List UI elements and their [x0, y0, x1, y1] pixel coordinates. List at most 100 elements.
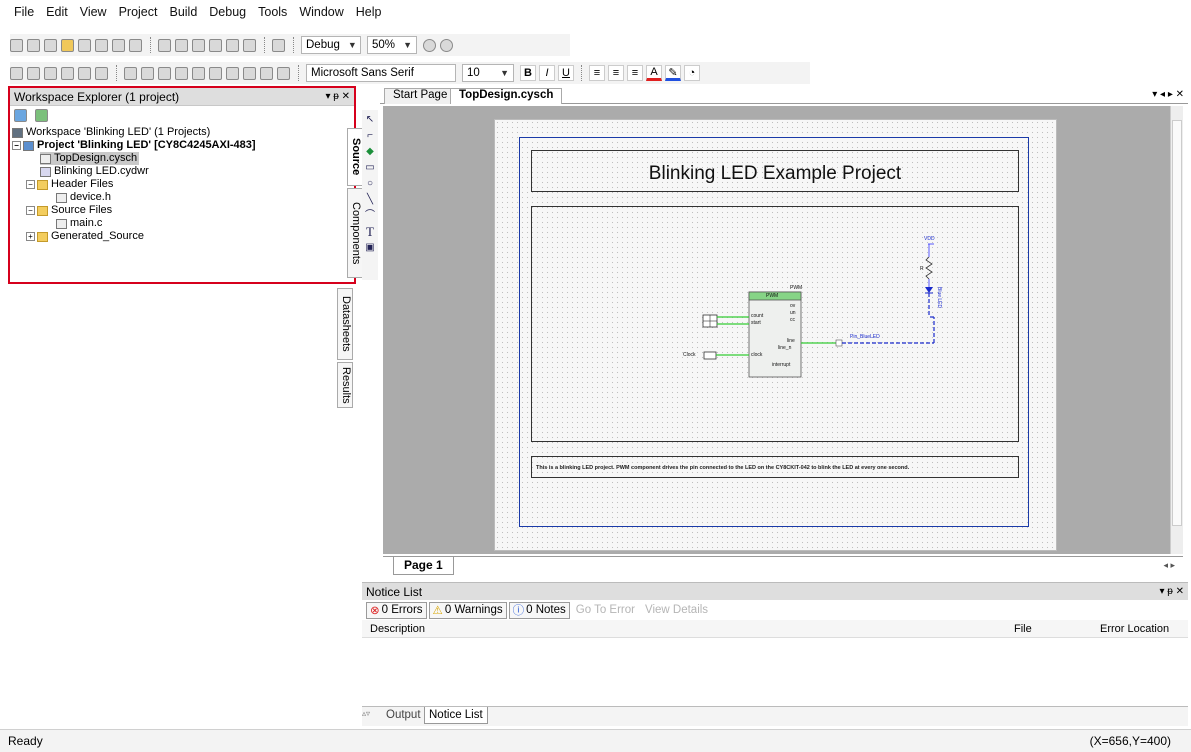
menu-project[interactable]: Project — [119, 5, 158, 19]
collapse-icon[interactable]: − — [26, 206, 35, 215]
tab-components[interactable]: Components — [347, 188, 363, 278]
led-label[interactable]: Blue LED — [936, 287, 942, 308]
rectangle-tool-icon[interactable]: ▭ — [364, 162, 376, 174]
tab-page-1[interactable]: Page 1 — [393, 557, 454, 575]
tab-results[interactable]: Results — [337, 362, 353, 408]
copy-icon[interactable] — [175, 38, 188, 52]
menu-help[interactable]: Help — [356, 5, 382, 19]
arc-tool-icon[interactable]: ⌒ — [364, 210, 376, 222]
menu-debug[interactable]: Debug — [209, 5, 246, 19]
tree-folder-source-files[interactable]: − Source Files — [26, 204, 112, 217]
tab-notice-list[interactable]: Notice List — [424, 707, 488, 724]
vertical-scrollbar[interactable] — [1170, 106, 1183, 554]
distribute-icon[interactable] — [260, 66, 273, 80]
pwm-instance-name[interactable]: PWM — [790, 285, 802, 291]
print-preview-icon[interactable] — [129, 38, 142, 52]
align-right-icon[interactable] — [192, 66, 205, 80]
grid-icon[interactable] — [277, 66, 290, 80]
document-window-controls[interactable]: ▾ ◂ ▸ ✕ — [1152, 89, 1184, 100]
add-item-icon[interactable] — [44, 38, 57, 52]
image-tool-icon[interactable]: ▣ — [364, 242, 376, 254]
text-tool-icon[interactable]: T — [364, 225, 376, 238]
collapse-icon[interactable]: − — [26, 180, 35, 189]
schematic-title[interactable]: Blinking LED Example Project — [532, 163, 1018, 185]
menu-view[interactable]: View — [80, 5, 107, 19]
menu-build[interactable]: Build — [169, 5, 197, 19]
clock-instance-label[interactable]: Clock — [683, 352, 696, 358]
page-nav-arrows-icon[interactable]: ◂ ▸ — [1163, 560, 1175, 571]
net-pin-blueled-label[interactable]: Pin_BlueLED — [850, 334, 880, 340]
align-text-left-icon[interactable]: ≡ — [589, 65, 605, 81]
column-file[interactable]: File — [1014, 623, 1032, 635]
menu-window[interactable]: Window — [299, 5, 343, 19]
tree-item-device-h[interactable]: device.h — [56, 191, 111, 204]
ellipse-tool-icon[interactable]: ○ — [364, 178, 376, 190]
rotate-icon[interactable] — [78, 66, 91, 80]
schematic-sheet[interactable]: Blinking LED Example Project PWM PWM cou… — [494, 119, 1057, 551]
align-middle-icon[interactable] — [226, 66, 239, 80]
menu-file[interactable]: File — [14, 5, 34, 19]
tree-item-topdesign[interactable]: TopDesign.cysch — [40, 152, 140, 165]
print-icon[interactable] — [112, 38, 125, 52]
panel-window-controls[interactable]: ▾ ᵽ ✕ — [325, 91, 350, 102]
line-tool-icon[interactable]: ╲ — [364, 194, 376, 206]
column-error-location[interactable]: Error Location — [1100, 623, 1169, 635]
tree-workspace-node[interactable]: Workspace 'Blinking LED' (1 Projects) — [12, 126, 210, 139]
menu-tools[interactable]: Tools — [258, 5, 287, 19]
paste-icon[interactable] — [192, 38, 205, 52]
zoom-select[interactable]: 50% ▼ — [367, 36, 417, 54]
resistor-label[interactable]: R — [920, 266, 924, 272]
menu-edit[interactable]: Edit — [46, 5, 68, 19]
line-color-icon[interactable]: ✎ — [665, 65, 681, 81]
tab-source[interactable]: Source — [347, 128, 363, 186]
align-icon[interactable] — [27, 66, 40, 80]
tree-folder-generated-source[interactable]: + Generated_Source — [26, 230, 144, 243]
italic-button[interactable]: I — [539, 65, 555, 81]
wire-tool-icon[interactable]: ⌐ — [364, 130, 376, 142]
save-icon[interactable] — [78, 38, 91, 52]
align-left-icon[interactable] — [158, 66, 171, 80]
font-select[interactable]: Microsoft Sans Serif — [306, 64, 456, 82]
align-top-icon[interactable] — [209, 66, 222, 80]
new-file-icon[interactable] — [27, 38, 40, 52]
tree-project-node[interactable]: − Project 'Blinking LED' [CY8C4245AXI-48… — [12, 139, 256, 152]
pointer-icon[interactable]: ↖ — [364, 114, 376, 126]
open-folder-icon[interactable] — [61, 38, 74, 52]
zoom-out-icon[interactable] — [440, 38, 453, 52]
warnings-filter-button[interactable]: ⚠ 0 Warnings — [428, 601, 507, 619]
scrollbar-thumb[interactable] — [1172, 120, 1182, 526]
zoom-in-icon[interactable] — [423, 38, 436, 52]
tab-topdesign[interactable]: TopDesign.cysch — [450, 88, 563, 104]
tree-item-cydwr[interactable]: Blinking LED.cydwr — [40, 165, 149, 178]
fill-color-icon[interactable]: ◔ — [684, 65, 700, 81]
expand-icon[interactable]: + — [26, 232, 35, 241]
component-tool-icon[interactable]: ◆ — [364, 146, 376, 158]
order-front-icon[interactable] — [124, 66, 137, 80]
add-project-icon[interactable] — [35, 108, 48, 122]
font-color-icon[interactable]: A — [646, 65, 662, 81]
tab-datasheets[interactable]: Datasheets — [337, 288, 353, 360]
column-description[interactable]: Description — [370, 623, 425, 635]
order-back-icon[interactable] — [141, 66, 154, 80]
collapse-icon[interactable]: − — [12, 141, 21, 150]
align-center-icon[interactable] — [175, 66, 188, 80]
align-bottom-icon[interactable] — [243, 66, 256, 80]
ungroup-icon[interactable] — [61, 66, 74, 80]
configuration-select[interactable]: Debug ▼ — [301, 36, 361, 54]
delete-icon[interactable] — [209, 38, 222, 52]
underline-button[interactable]: U — [558, 65, 574, 81]
tab-output[interactable]: Output — [382, 707, 425, 723]
undo-icon[interactable] — [226, 38, 239, 52]
project-properties-icon[interactable] — [14, 108, 27, 122]
notes-filter-button[interactable]: ⓘ 0 Notes — [508, 601, 570, 619]
build-icon[interactable] — [272, 38, 285, 52]
bold-button[interactable]: B — [520, 65, 536, 81]
tab-start-page[interactable]: Start Page — [384, 88, 457, 104]
tree-item-main-c[interactable]: main.c — [56, 217, 102, 230]
layout-icon[interactable] — [10, 66, 23, 80]
go-to-error-button[interactable]: Go To Error — [572, 603, 639, 617]
new-project-icon[interactable] — [10, 38, 23, 52]
flip-icon[interactable] — [95, 66, 108, 80]
redo-icon[interactable] — [243, 38, 256, 52]
save-all-icon[interactable] — [95, 38, 108, 52]
